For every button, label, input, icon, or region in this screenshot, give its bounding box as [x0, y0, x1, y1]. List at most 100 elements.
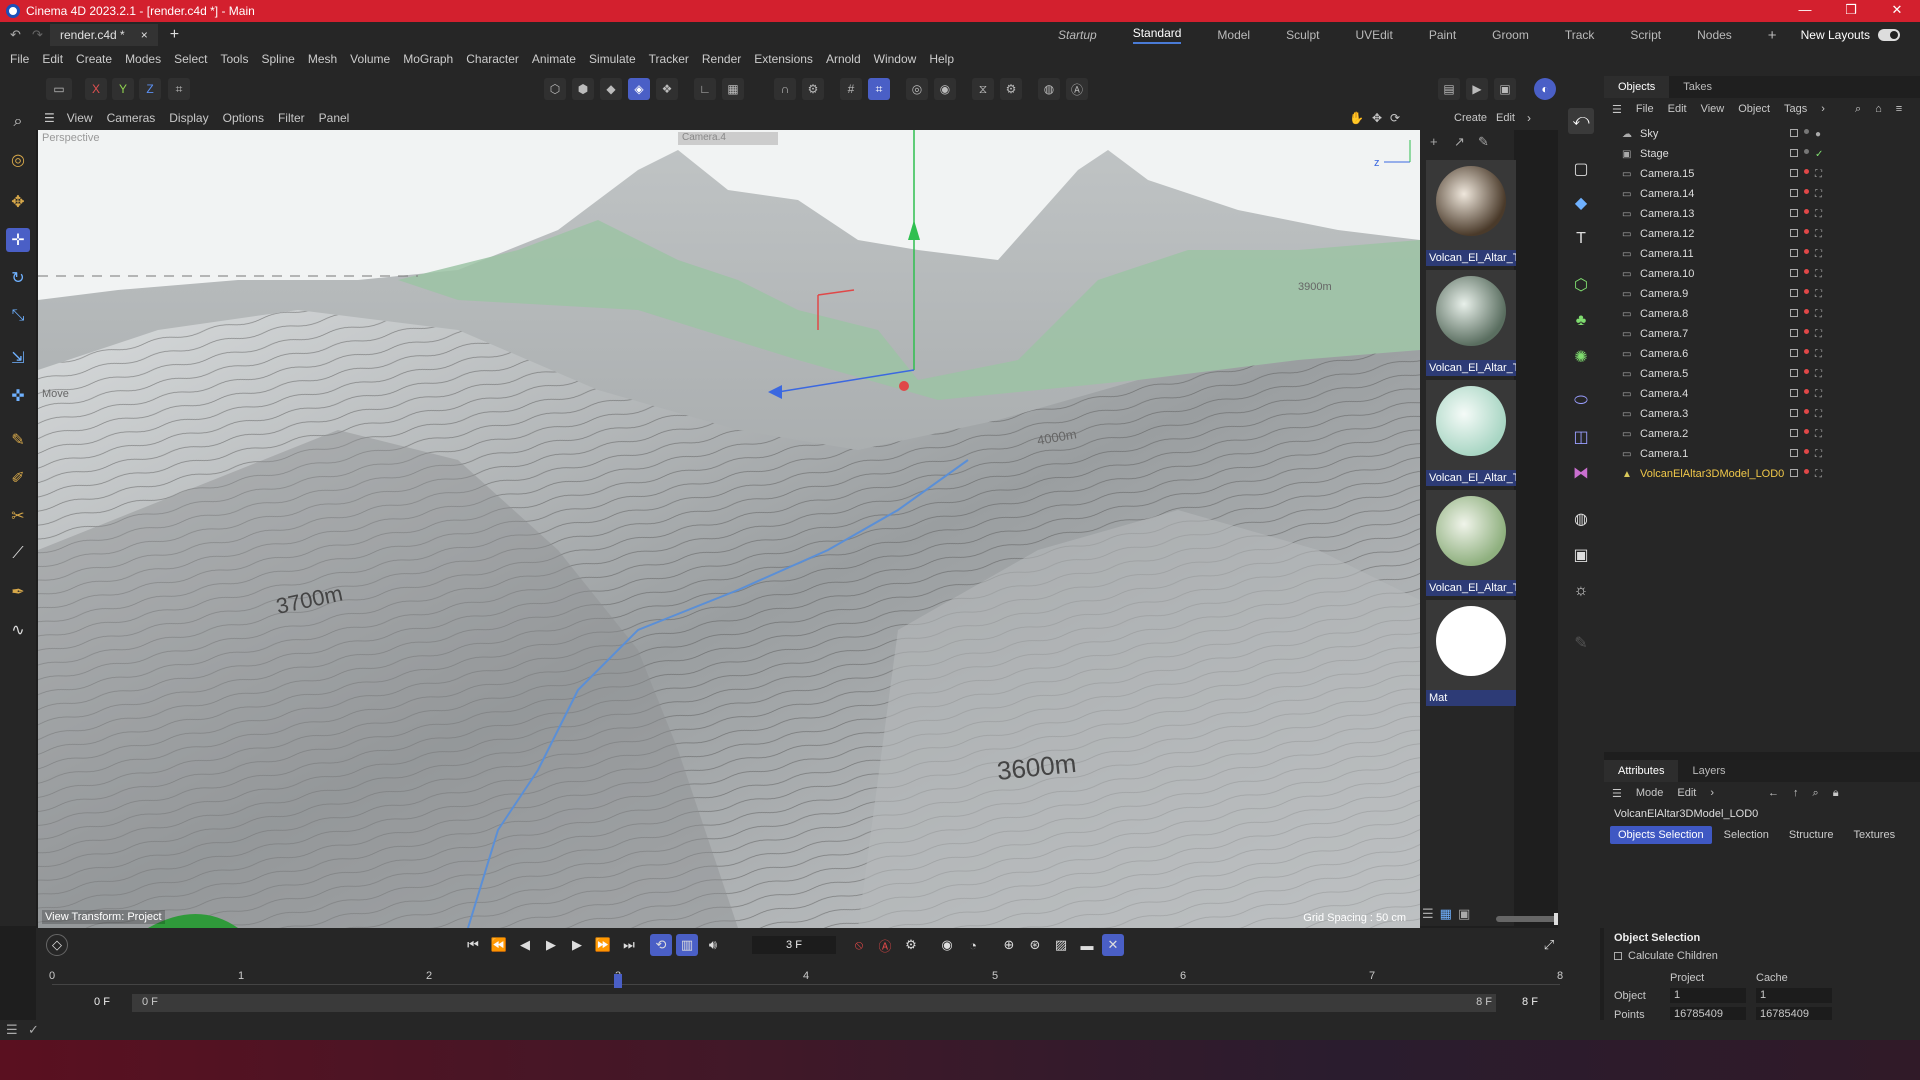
- layer-icon[interactable]: [1790, 128, 1798, 137]
- camera-target-icon[interactable]: ⛶: [1815, 389, 1822, 400]
- layout-script[interactable]: Script: [1630, 28, 1661, 42]
- undo-view-icon[interactable]: ⤺: [1568, 108, 1594, 134]
- viewport-3d[interactable]: 3700m 3600m 4000m 3900m z Perspective Ca…: [38, 130, 1420, 928]
- camera-target-icon[interactable]: ⛶: [1815, 469, 1822, 480]
- menu-spline[interactable]: Spline: [261, 52, 294, 66]
- layout-uvedit[interactable]: UVEdit: [1355, 28, 1392, 42]
- record-icon[interactable]: ⦸: [848, 934, 870, 956]
- object-row[interactable]: ▭ Camera.6 ⛶: [1604, 344, 1920, 364]
- menu-window[interactable]: Window: [874, 52, 917, 66]
- soft-selection-icon[interactable]: ◎: [906, 78, 928, 100]
- visibility-dot-icon[interactable]: [1804, 348, 1809, 354]
- playhead[interactable]: [614, 974, 622, 988]
- view-settings-icon[interactable]: ◍: [1038, 78, 1060, 100]
- vp-menu-view[interactable]: View: [67, 111, 93, 125]
- layer-icon[interactable]: [1790, 328, 1798, 337]
- start-frame-field[interactable]: 0 F: [72, 996, 132, 1008]
- visibility-flags[interactable]: ⛶: [1790, 348, 1822, 360]
- end-frame-field[interactable]: 8 F: [1500, 996, 1560, 1008]
- camera-target-icon[interactable]: ⛶: [1815, 349, 1822, 360]
- visibility-flags[interactable]: ⛶: [1790, 308, 1822, 320]
- material-picker-icon[interactable]: ✎: [1478, 134, 1489, 150]
- autokey-icon[interactable]: Ⓐ: [874, 934, 896, 956]
- points-mode-icon[interactable]: ⬡: [544, 78, 566, 100]
- vp-menu-display[interactable]: Display: [169, 111, 208, 125]
- gear-icon[interactable]: ⚙: [1000, 78, 1022, 100]
- spline-pen-icon[interactable]: ✎: [6, 428, 30, 452]
- menu-simulate[interactable]: Simulate: [589, 52, 636, 66]
- cloner-icon[interactable]: ♣: [1568, 308, 1594, 334]
- go-to-start-icon[interactable]: ⏮: [462, 934, 484, 956]
- field-icon[interactable]: ◫: [1568, 424, 1594, 450]
- redo-icon[interactable]: ↷: [32, 27, 43, 43]
- layer-icon[interactable]: [1790, 468, 1798, 477]
- live-selection-icon[interactable]: ◎: [6, 148, 30, 172]
- camera-target-icon[interactable]: ⛶: [1815, 429, 1822, 440]
- object-row[interactable]: ▭ Camera.7 ⛶: [1604, 324, 1920, 344]
- camera-target-icon[interactable]: ⛶: [1815, 409, 1822, 420]
- sky-tag-icon[interactable]: ●: [1815, 129, 1821, 140]
- layout-groom[interactable]: Groom: [1492, 28, 1529, 42]
- textures-button[interactable]: Textures: [1846, 826, 1904, 844]
- material-swatch[interactable]: Volcan_El_Altar_Te: [1426, 380, 1516, 486]
- subdivision-icon[interactable]: ⬡: [1568, 272, 1594, 298]
- layout-startup[interactable]: Startup: [1058, 28, 1097, 42]
- material-swatch[interactable]: Volcan_El_Altar_Te: [1426, 160, 1516, 266]
- object-row[interactable]: ▭ Camera.2 ⛶: [1604, 424, 1920, 444]
- zoom-view-icon[interactable]: ✥: [1372, 111, 1382, 125]
- select-tools-icon[interactable]: ✥: [6, 190, 30, 214]
- home-icon[interactable]: ⌂: [1875, 103, 1882, 115]
- scale-tool-icon[interactable]: ⤡: [6, 304, 30, 328]
- chevron-right-icon[interactable]: ›: [1527, 111, 1531, 125]
- object-row[interactable]: ▭ Camera.12 ⛶: [1604, 224, 1920, 244]
- vp-menu-panel[interactable]: Panel: [319, 111, 350, 125]
- menu-select[interactable]: Select: [174, 52, 207, 66]
- play-icon[interactable]: ▶: [540, 934, 562, 956]
- layer-icon[interactable]: [1790, 408, 1798, 417]
- key-rotation-icon[interactable]: ◔: [962, 934, 984, 956]
- visibility-flags[interactable]: ⛶: [1790, 408, 1822, 420]
- layout-track[interactable]: Track: [1565, 28, 1595, 42]
- coordinate-system-icon[interactable]: ⌗: [168, 78, 190, 100]
- visibility-dot-icon[interactable]: [1804, 268, 1809, 274]
- layer-icon[interactable]: [1790, 148, 1798, 157]
- toggle-switch-icon[interactable]: [1878, 29, 1900, 41]
- search-icon[interactable]: ⌕: [1855, 103, 1861, 116]
- arnold-icon[interactable]: Ⓐ: [1066, 78, 1088, 100]
- obj-menu-object[interactable]: Object: [1738, 103, 1770, 115]
- key-position-icon[interactable]: ◉: [936, 934, 958, 956]
- layer-icon[interactable]: [1790, 208, 1798, 217]
- visibility-flags[interactable]: ⛶: [1790, 188, 1822, 200]
- menu-volume[interactable]: Volume: [350, 52, 390, 66]
- vp-menu-cameras[interactable]: Cameras: [107, 111, 156, 125]
- visibility-dot-icon[interactable]: [1804, 408, 1809, 414]
- camera-target-icon[interactable]: ⛶: [1815, 289, 1822, 300]
- visibility-dot-icon[interactable]: [1804, 468, 1809, 474]
- timeline-ruler[interactable]: 012345678: [49, 970, 1563, 992]
- pan-view-icon[interactable]: ✋: [1349, 111, 1364, 125]
- vp-menu-options[interactable]: Options: [223, 111, 264, 125]
- active-camera-label[interactable]: Camera.4: [678, 132, 778, 145]
- visibility-dot-icon[interactable]: [1804, 208, 1809, 214]
- camera-target-icon[interactable]: ⛶: [1815, 229, 1822, 240]
- timeline-window-icon[interactable]: ⤢: [1538, 934, 1560, 956]
- menu-create[interactable]: Create: [76, 52, 112, 66]
- picture-viewer-icon[interactable]: ▣: [1494, 78, 1516, 100]
- search-icon[interactable]: ⌕: [6, 110, 30, 134]
- playback-mode-icon[interactable]: ▥: [676, 934, 698, 956]
- keyframe-selection-icon[interactable]: ⚙: [900, 934, 922, 956]
- menu-render[interactable]: Render: [702, 52, 741, 66]
- placement-tool-icon[interactable]: ✜: [6, 384, 30, 408]
- material-swatch[interactable]: Volcan_El_Altar_Te: [1426, 270, 1516, 376]
- material-menu-create[interactable]: Create: [1454, 112, 1487, 124]
- deformer-icon[interactable]: ⬭: [1568, 388, 1594, 414]
- material-menu-edit[interactable]: Edit: [1496, 112, 1515, 124]
- selection-button[interactable]: Selection: [1716, 826, 1777, 844]
- menu-animate[interactable]: Animate: [532, 52, 576, 66]
- edit-icon[interactable]: ✎: [1568, 630, 1594, 656]
- lock-icon[interactable]: 🔒︎: [1833, 787, 1839, 800]
- search-icon[interactable]: ⌕: [1813, 787, 1819, 800]
- object-row[interactable]: ▭ Camera.8 ⛶: [1604, 304, 1920, 324]
- visibility-flags[interactable]: ⛶: [1790, 228, 1822, 240]
- menu-tracker[interactable]: Tracker: [649, 52, 689, 66]
